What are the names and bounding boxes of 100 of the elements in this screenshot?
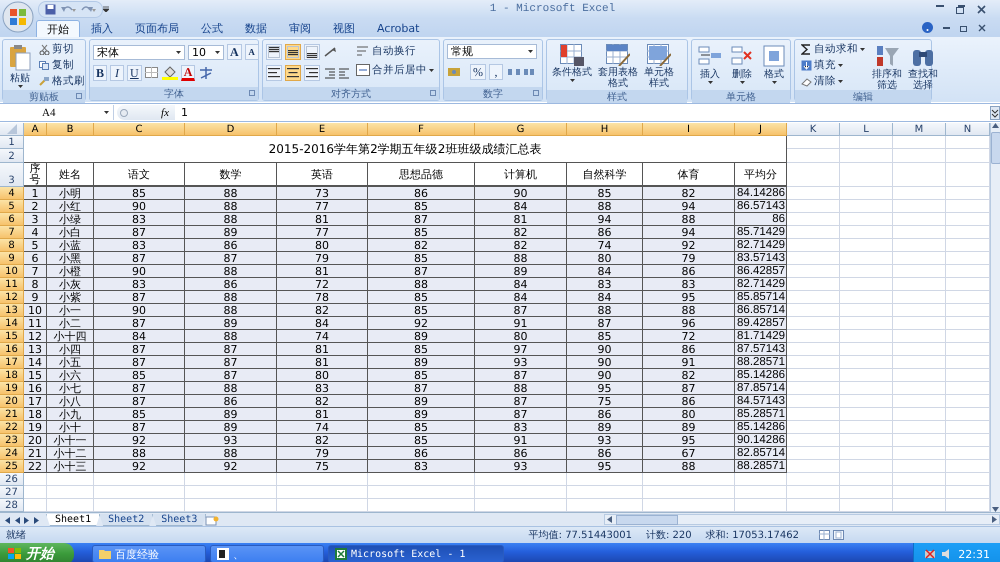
ribbon-tab[interactable]: 页面布局 — [124, 20, 190, 37]
column-header[interactable]: E — [277, 123, 368, 136]
merge-center-button[interactable]: 合并后居中 — [353, 63, 437, 77]
row-header[interactable]: 8 — [0, 239, 24, 252]
align-button[interactable] — [285, 65, 301, 81]
format-button[interactable]: 格式 — [759, 42, 789, 90]
sheet-tab[interactable]: Sheet1 — [46, 514, 100, 526]
column-header[interactable]: C — [94, 123, 185, 136]
row-header[interactable]: 6 — [0, 213, 24, 226]
row-header[interactable]: 9 — [0, 252, 24, 265]
row-header[interactable]: 18 — [0, 369, 24, 382]
ribbon-tab[interactable]: 插入 — [80, 20, 124, 37]
align-button[interactable] — [304, 44, 320, 60]
insert-function-button[interactable]: fx — [117, 105, 175, 120]
column-header[interactable]: L — [840, 123, 893, 136]
vertical-scrollbar[interactable] — [990, 123, 1000, 512]
scroll-thumb[interactable] — [990, 132, 1000, 164]
row-header[interactable]: 19 — [0, 382, 24, 395]
table-cell: 89 — [368, 408, 475, 421]
format-painter-button[interactable]: 格式刷 — [36, 74, 88, 88]
column-header[interactable]: G — [475, 123, 567, 136]
row-header[interactable]: 23 — [0, 434, 24, 447]
empty-cell — [840, 213, 893, 226]
row-header[interactable]: 16 — [0, 343, 24, 356]
row-header[interactable]: 14 — [0, 317, 24, 330]
window-title: 1 - Microsoft Excel — [488, 3, 616, 15]
row-header[interactable]: 7 — [0, 226, 24, 239]
row-header[interactable]: 15 — [0, 330, 24, 343]
row-header[interactable]: 12 — [0, 291, 24, 304]
comma-button[interactable]: , — [489, 64, 503, 80]
wrap-text-button[interactable]: 自动换行 — [353, 44, 437, 58]
taskbar-item[interactable]: Microsoft Excel - 1 — [328, 545, 504, 562]
table-cell: 81.71429 — [735, 330, 787, 343]
table-cell: 82 — [475, 239, 567, 252]
horizontal-scrollbar[interactable] — [604, 514, 1000, 525]
row-header[interactable]: 4 — [0, 187, 24, 200]
row-header[interactable]: 27 — [0, 486, 24, 499]
cut-button[interactable]: 剪切 — [36, 42, 88, 56]
sheet-tab[interactable]: Sheet2 — [99, 514, 154, 526]
row-header[interactable]: 21 — [0, 408, 24, 421]
font-name-field[interactable]: 宋体 — [93, 44, 185, 60]
column-header[interactable]: J — [735, 123, 787, 136]
autosum-button[interactable]: 自动求和 — [798, 42, 868, 56]
percent-button[interactable]: % — [470, 64, 486, 80]
row-header[interactable]: 22 — [0, 421, 24, 434]
delete-button[interactable]: 删除 — [727, 42, 757, 90]
shrink-font-button[interactable]: A — [244, 44, 259, 60]
row-header[interactable]: 11 — [0, 278, 24, 291]
name-box[interactable]: A4 — [0, 105, 114, 120]
row-header[interactable]: 2 — [0, 149, 24, 163]
row-header[interactable]: 25 — [0, 460, 24, 473]
column-header[interactable]: N — [946, 123, 990, 136]
paste-button[interactable]: 粘贴 — [6, 42, 34, 90]
sort-filter-button[interactable]: 排序和筛选 — [870, 42, 904, 90]
font-size-field[interactable]: 10 — [188, 44, 224, 60]
table-cell: 95 — [643, 291, 735, 304]
bold-button[interactable]: B — [93, 65, 108, 81]
row-header[interactable]: 13 — [0, 304, 24, 317]
sheet-tab[interactable]: Sheet3 — [152, 514, 206, 526]
copy-button[interactable]: 复制 — [36, 58, 88, 72]
formula-field[interactable]: 1 — [175, 105, 990, 120]
ribbon-tab[interactable]: 视图 — [322, 20, 366, 37]
underline-button[interactable]: U — [127, 65, 142, 81]
column-header[interactable]: A — [24, 123, 47, 136]
align-button[interactable] — [266, 44, 282, 60]
ribbon-tab[interactable]: 公式 — [190, 20, 234, 37]
font-color-button[interactable]: A — [180, 65, 196, 81]
clear-button[interactable]: 清除 — [798, 74, 868, 88]
row-header[interactable]: 1 — [0, 136, 24, 149]
insert-button[interactable]: 插入 — [695, 42, 725, 90]
row-header[interactable]: 17 — [0, 356, 24, 369]
column-header[interactable]: D — [185, 123, 277, 136]
row-header[interactable]: 20 — [0, 395, 24, 408]
table-cell: 94 — [643, 226, 735, 239]
row-header[interactable]: 28 — [0, 499, 24, 512]
column-header[interactable]: K — [787, 123, 840, 136]
ribbon-tab[interactable]: 数据 — [234, 20, 278, 37]
ribbon-tab[interactable]: 开始 — [36, 20, 80, 37]
scroll-thumb[interactable] — [616, 514, 678, 524]
taskbar-item[interactable]: 、 — [210, 545, 324, 562]
column-header[interactable]: I — [643, 123, 735, 136]
ribbon-tab[interactable]: Acrobat — [366, 20, 430, 37]
grow-font-button[interactable]: A — [227, 44, 242, 60]
row-header[interactable]: 3 — [0, 163, 24, 187]
conditional-format-button[interactable]: 条件格式 — [550, 42, 594, 90]
fill-button[interactable]: 填充 — [798, 58, 868, 72]
align-button[interactable] — [285, 44, 301, 60]
row-header[interactable]: 24 — [0, 447, 24, 460]
column-header[interactable]: H — [567, 123, 643, 136]
row-header[interactable]: 10 — [0, 265, 24, 278]
align-button[interactable] — [266, 65, 282, 81]
column-header[interactable]: M — [893, 123, 946, 136]
ribbon-tab[interactable]: 审阅 — [278, 20, 322, 37]
row-header[interactable]: 5 — [0, 200, 24, 213]
column-header[interactable]: F — [368, 123, 475, 136]
align-button[interactable] — [304, 65, 320, 81]
italic-button[interactable]: I — [110, 65, 124, 81]
number-format-field[interactable]: 常规 — [447, 44, 537, 59]
column-header[interactable]: B — [47, 123, 94, 136]
row-header[interactable]: 26 — [0, 473, 24, 486]
